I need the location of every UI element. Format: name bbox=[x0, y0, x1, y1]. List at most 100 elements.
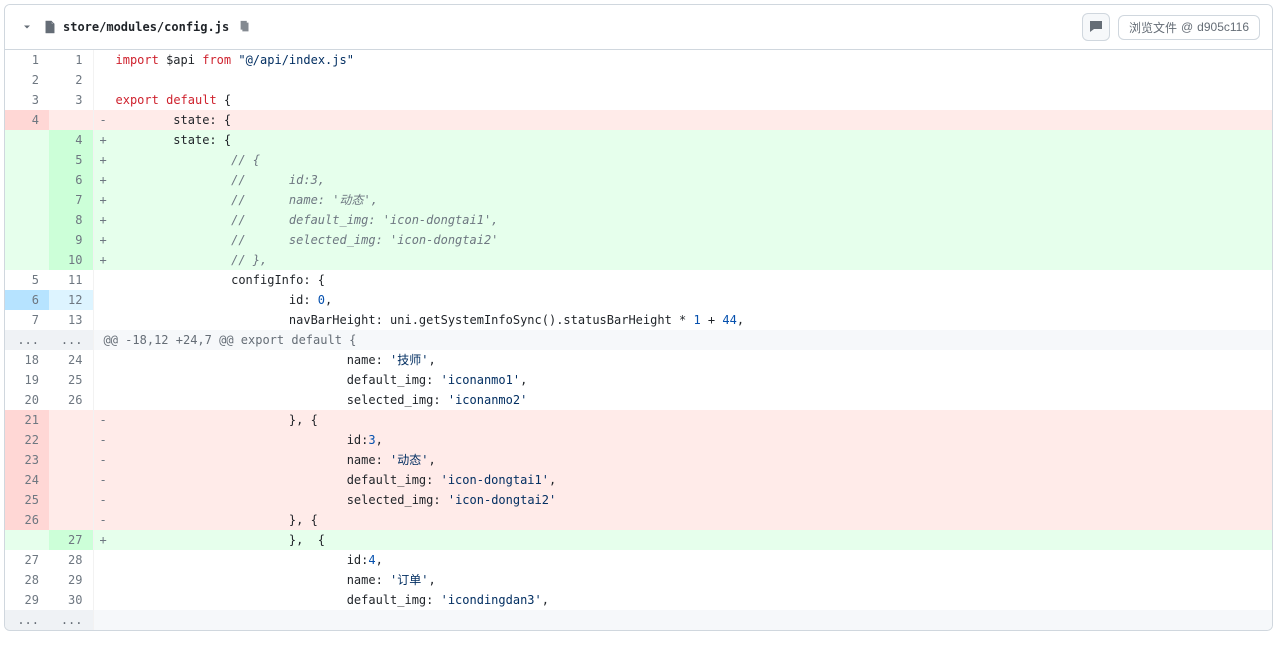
new-line-number[interactable] bbox=[49, 510, 93, 530]
code-cell[interactable]: selected_img: 'iconanmo2' bbox=[93, 390, 1272, 410]
code-cell[interactable]: import $api from "@/api/index.js" bbox=[93, 50, 1272, 70]
new-line-number[interactable] bbox=[49, 470, 93, 490]
new-line-number[interactable] bbox=[49, 430, 93, 450]
new-line-number[interactable]: 4 bbox=[49, 130, 93, 150]
old-line-number[interactable] bbox=[5, 190, 49, 210]
browse-file-button[interactable]: 浏览文件 @ d905c116 bbox=[1118, 15, 1260, 40]
new-line-number[interactable]: 13 bbox=[49, 310, 93, 330]
new-line-number[interactable]: 30 bbox=[49, 590, 93, 610]
code-cell[interactable]: - name: '动态', bbox=[93, 450, 1272, 470]
code-cell[interactable]: name: '订单', bbox=[93, 570, 1272, 590]
code-cell[interactable]: - selected_img: 'icon-dongtai2' bbox=[93, 490, 1272, 510]
code-cell[interactable] bbox=[93, 610, 1272, 630]
old-line-number[interactable] bbox=[5, 150, 49, 170]
diff-row: 2930 default_img: 'icondingdan3', bbox=[5, 590, 1272, 610]
old-line-number[interactable]: 3 bbox=[5, 90, 49, 110]
diff-row: ......@@ -18,12 +24,7 @@ export default … bbox=[5, 330, 1272, 350]
new-line-number[interactable]: 3 bbox=[49, 90, 93, 110]
code-cell[interactable]: @@ -18,12 +24,7 @@ export default { bbox=[93, 330, 1272, 350]
old-line-number[interactable]: 29 bbox=[5, 590, 49, 610]
code-cell[interactable]: + // name: '动态', bbox=[93, 190, 1272, 210]
old-line-number[interactable] bbox=[5, 530, 49, 550]
code-cell[interactable]: + // { bbox=[93, 150, 1272, 170]
new-line-number[interactable]: 28 bbox=[49, 550, 93, 570]
new-line-number[interactable] bbox=[49, 110, 93, 130]
old-line-number[interactable]: 20 bbox=[5, 390, 49, 410]
code-cell[interactable]: - state: { bbox=[93, 110, 1272, 130]
code-cell[interactable]: export default { bbox=[93, 90, 1272, 110]
old-line-number[interactable]: 18 bbox=[5, 350, 49, 370]
old-line-number[interactable]: 21 bbox=[5, 410, 49, 430]
old-line-number[interactable]: 6 bbox=[5, 290, 49, 310]
new-line-number[interactable]: ... bbox=[49, 330, 93, 350]
code-cell[interactable]: - id:3, bbox=[93, 430, 1272, 450]
chevron-down-icon[interactable] bbox=[17, 17, 37, 37]
new-line-number[interactable] bbox=[49, 410, 93, 430]
new-line-number[interactable]: 1 bbox=[49, 50, 93, 70]
code-cell[interactable]: id: 0, bbox=[93, 290, 1272, 310]
code-cell[interactable]: + }, { bbox=[93, 530, 1272, 550]
new-line-number[interactable]: 12 bbox=[49, 290, 93, 310]
old-line-number[interactable]: 22 bbox=[5, 430, 49, 450]
comment-icon[interactable] bbox=[1082, 13, 1110, 41]
diff-sign: + bbox=[100, 210, 107, 230]
old-line-number[interactable] bbox=[5, 250, 49, 270]
copy-path-icon[interactable] bbox=[235, 17, 255, 37]
code-cell[interactable]: - }, { bbox=[93, 510, 1272, 530]
new-line-number[interactable] bbox=[49, 490, 93, 510]
code-cell[interactable]: + // default_img: 'icon-dongtai1', bbox=[93, 210, 1272, 230]
code-cell[interactable]: id:4, bbox=[93, 550, 1272, 570]
old-line-number[interactable] bbox=[5, 170, 49, 190]
new-line-number[interactable]: 26 bbox=[49, 390, 93, 410]
code-cell[interactable]: name: '技师', bbox=[93, 350, 1272, 370]
code-cell[interactable]: + state: { bbox=[93, 130, 1272, 150]
new-line-number[interactable]: 7 bbox=[49, 190, 93, 210]
file-header: store/modules/config.js 浏览文件 @ d905c116 bbox=[5, 5, 1272, 50]
code-cell[interactable]: + // selected_img: 'icon-dongtai2' bbox=[93, 230, 1272, 250]
old-line-number[interactable]: 2 bbox=[5, 70, 49, 90]
old-line-number[interactable]: ... bbox=[5, 610, 49, 630]
code-cell[interactable]: - }, { bbox=[93, 410, 1272, 430]
old-line-number[interactable]: 1 bbox=[5, 50, 49, 70]
new-line-number[interactable]: 5 bbox=[49, 150, 93, 170]
new-line-number[interactable]: 10 bbox=[49, 250, 93, 270]
old-line-number[interactable]: 4 bbox=[5, 110, 49, 130]
old-line-number[interactable] bbox=[5, 210, 49, 230]
new-line-number[interactable]: 27 bbox=[49, 530, 93, 550]
old-line-number[interactable]: 26 bbox=[5, 510, 49, 530]
old-line-number[interactable]: 5 bbox=[5, 270, 49, 290]
diff-row: 11import $api from "@/api/index.js" bbox=[5, 50, 1272, 70]
code-cell[interactable]: + // id:3, bbox=[93, 170, 1272, 190]
code-cell[interactable]: - default_img: 'icon-dongtai1', bbox=[93, 470, 1272, 490]
old-line-number[interactable] bbox=[5, 130, 49, 150]
diff-row: 1824 name: '技师', bbox=[5, 350, 1272, 370]
new-line-number[interactable]: 8 bbox=[49, 210, 93, 230]
code-cell[interactable]: navBarHeight: uni.getSystemInfoSync().st… bbox=[93, 310, 1272, 330]
old-line-number[interactable]: 7 bbox=[5, 310, 49, 330]
new-line-number[interactable]: ... bbox=[49, 610, 93, 630]
file-path[interactable]: store/modules/config.js bbox=[63, 20, 229, 34]
new-line-number[interactable] bbox=[49, 450, 93, 470]
old-line-number[interactable]: 28 bbox=[5, 570, 49, 590]
new-line-number[interactable]: 6 bbox=[49, 170, 93, 190]
code-cell[interactable]: + // }, bbox=[93, 250, 1272, 270]
new-line-number[interactable]: 2 bbox=[49, 70, 93, 90]
old-line-number[interactable]: ... bbox=[5, 330, 49, 350]
old-line-number[interactable]: 23 bbox=[5, 450, 49, 470]
code-cell[interactable]: configInfo: { bbox=[93, 270, 1272, 290]
old-line-number[interactable]: 25 bbox=[5, 490, 49, 510]
diff-row: 5+ // { bbox=[5, 150, 1272, 170]
diff-sign: + bbox=[100, 230, 107, 250]
old-line-number[interactable]: 27 bbox=[5, 550, 49, 570]
code-cell[interactable]: default_img: 'iconanmo1', bbox=[93, 370, 1272, 390]
new-line-number[interactable]: 25 bbox=[49, 370, 93, 390]
old-line-number[interactable] bbox=[5, 230, 49, 250]
new-line-number[interactable]: 29 bbox=[49, 570, 93, 590]
new-line-number[interactable]: 24 bbox=[49, 350, 93, 370]
new-line-number[interactable]: 9 bbox=[49, 230, 93, 250]
code-cell[interactable]: default_img: 'icondingdan3', bbox=[93, 590, 1272, 610]
code-cell[interactable] bbox=[93, 70, 1272, 90]
old-line-number[interactable]: 24 bbox=[5, 470, 49, 490]
old-line-number[interactable]: 19 bbox=[5, 370, 49, 390]
new-line-number[interactable]: 11 bbox=[49, 270, 93, 290]
